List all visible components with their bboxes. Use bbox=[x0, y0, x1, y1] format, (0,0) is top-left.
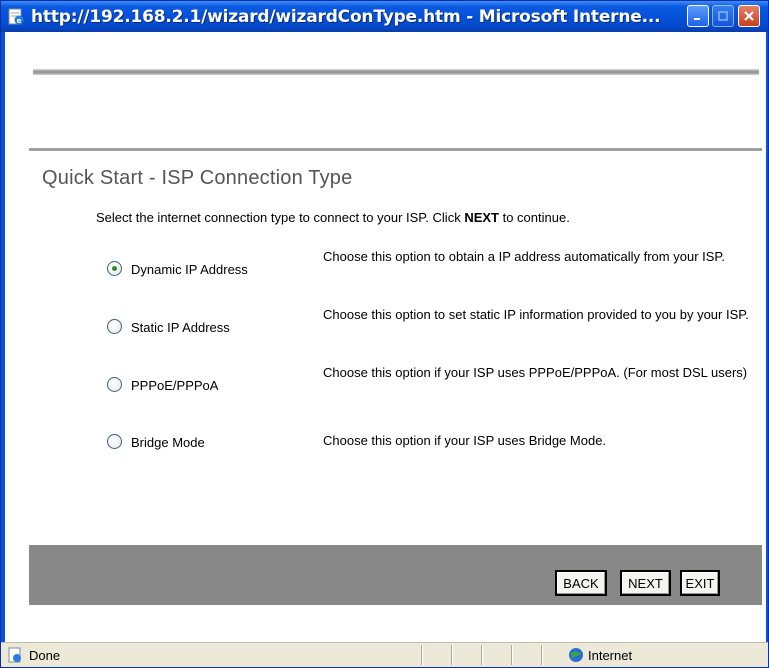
title-bar[interactable]: e http://192.168.2.1/wizard/wizardConTyp… bbox=[1, 1, 768, 32]
status-text: Done bbox=[29, 648, 61, 663]
internet-zone-icon bbox=[568, 647, 584, 663]
page-done-icon bbox=[7, 647, 23, 663]
instruction-before: Select the internet connection type to c… bbox=[96, 210, 465, 225]
page-content: Quick Start - ISP Connection Type Select… bbox=[5, 32, 766, 642]
status-separator bbox=[451, 645, 453, 665]
radio-static-ip[interactable] bbox=[107, 319, 122, 334]
option-description: Choose this option to set static IP info… bbox=[323, 307, 749, 322]
page-title: Quick Start - ISP Connection Type bbox=[42, 167, 353, 189]
instruction-next-keyword: NEXT bbox=[464, 210, 499, 225]
option-description: Choose this option to obtain a IP addres… bbox=[323, 249, 726, 264]
maximize-icon bbox=[718, 11, 728, 21]
option-label[interactable]: Dynamic IP Address bbox=[131, 262, 248, 277]
wizard-button-bar: BACK NEXT EXIT bbox=[29, 545, 762, 605]
next-button[interactable]: NEXT bbox=[620, 570, 671, 596]
close-icon bbox=[744, 11, 754, 21]
close-button[interactable] bbox=[738, 5, 760, 27]
security-zone-label: Internet bbox=[588, 648, 633, 663]
window-title: http://192.168.2.1/wizard/wizardConType.… bbox=[31, 6, 661, 27]
option-label[interactable]: PPPoE/PPPoA bbox=[131, 378, 218, 393]
status-separator bbox=[541, 645, 543, 665]
radio-pppoe[interactable] bbox=[107, 377, 122, 392]
maximize-button[interactable] bbox=[712, 5, 734, 27]
instruction-after: to continue. bbox=[498, 210, 570, 225]
back-button[interactable]: BACK bbox=[555, 570, 607, 596]
option-description: Choose this option if your ISP uses Brid… bbox=[323, 433, 607, 448]
option-label[interactable]: Bridge Mode bbox=[131, 435, 205, 450]
status-separator bbox=[421, 645, 423, 665]
status-separator bbox=[511, 645, 513, 665]
status-separator bbox=[481, 645, 483, 665]
header-divider bbox=[29, 148, 762, 151]
instruction-text: Select the internet connection type to c… bbox=[96, 210, 570, 225]
ie-page-icon: e bbox=[7, 8, 25, 26]
exit-button[interactable]: EXIT bbox=[680, 570, 720, 596]
top-divider bbox=[33, 69, 759, 75]
radio-dynamic-ip[interactable] bbox=[107, 261, 122, 276]
status-bar: Done Internet bbox=[1, 642, 768, 667]
option-label[interactable]: Static IP Address bbox=[131, 320, 230, 335]
minimize-icon bbox=[694, 18, 700, 20]
radio-bridge-mode[interactable] bbox=[107, 434, 122, 449]
browser-window: e http://192.168.2.1/wizard/wizardConTyp… bbox=[0, 0, 769, 668]
option-description: Choose this option if your ISP uses PPPo… bbox=[323, 365, 748, 380]
minimize-button[interactable] bbox=[687, 5, 709, 27]
svg-text:e: e bbox=[17, 17, 22, 25]
